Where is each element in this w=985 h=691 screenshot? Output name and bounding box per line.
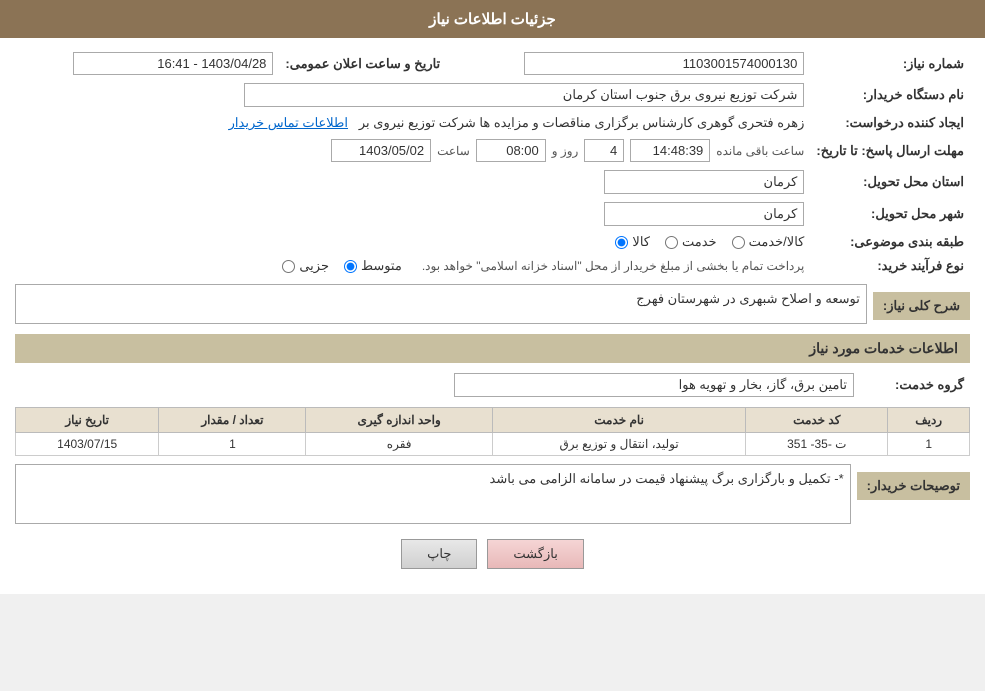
col-row: ردیف xyxy=(888,408,970,433)
buyer-org-value: شرکت توزیع نیروی برق جنوب استان کرمان xyxy=(15,79,810,111)
province-value: کرمان xyxy=(15,166,810,198)
buyer-notes-section: توصیحات خریدار: *- تکمیل و بارگزاری برگ … xyxy=(15,464,970,524)
order-number-field: 1103001574000130 xyxy=(524,52,804,75)
province-field: کرمان xyxy=(604,170,804,194)
order-number-value: 1103001574000130 xyxy=(446,48,810,79)
print-button[interactable]: چاپ xyxy=(401,539,477,569)
services-section-header: اطلاعات خدمات مورد نیاز xyxy=(15,334,970,363)
process-radio-motavaset: متوسط xyxy=(344,258,402,274)
buyer-org-field: شرکت توزیع نیروی برق جنوب استان کرمان xyxy=(244,83,804,107)
description-box: توسعه و اصلاح شبهری در شهرستان فهرج xyxy=(15,284,867,324)
buyer-notes-label: توصیحات خریدار: xyxy=(857,472,970,500)
order-number-label: شماره نیاز: xyxy=(810,48,970,79)
deadline-date-field: 1403/05/02 xyxy=(331,139,431,162)
category-kala-radio[interactable] xyxy=(615,236,628,249)
services-table-header-row: ردیف کد خدمت نام خدمت واحد اندازه گیری ت… xyxy=(16,408,970,433)
process-motavaset-radio[interactable] xyxy=(344,260,357,273)
province-label: استان محل تحویل: xyxy=(810,166,970,198)
category-radio-kala: کالا xyxy=(615,234,650,250)
buyer-notes-value: *- تکمیل و بارگزاری برگ پیشنهاد قیمت در … xyxy=(15,464,851,524)
col-name: نام خدمت xyxy=(492,408,745,433)
process-radio-group: متوسط جزیی xyxy=(282,258,402,274)
announcement-date-field: 1403/04/28 - 16:41 xyxy=(73,52,273,75)
deadline-remaining-field: 14:48:39 xyxy=(630,139,710,162)
service-group-label: گروه خدمت: xyxy=(860,369,970,401)
announcement-date-value: 1403/04/28 - 16:41 xyxy=(15,48,279,79)
requester-text: زهره فتحری گوهری کارشناس برگزاری مناقصات… xyxy=(359,115,805,130)
category-row: طبقه بندی موضوعی: کالا/خدمت خدمت کالا xyxy=(15,230,970,254)
category-kala-khedmat-label: کالا/خدمت xyxy=(749,234,805,250)
back-button[interactable]: بازگشت xyxy=(487,539,583,569)
province-row: استان محل تحویل: کرمان xyxy=(15,166,970,198)
main-container: جزئیات اطلاعات نیاز شماره نیاز: 11030015… xyxy=(0,0,985,594)
city-row: شهر محل تحویل: کرمان xyxy=(15,198,970,230)
deadline-row: مهلت ارسال پاسخ: تا تاریخ: 1403/05/02 سا… xyxy=(15,135,970,166)
content-area: شماره نیاز: 1103001574000130 تاریخ و ساع… xyxy=(0,38,985,594)
table-row: 1ت -35- 351تولید، انتقال و توزیع برقفقره… xyxy=(16,433,970,456)
requester-value: زهره فتحری گوهری کارشناس برگزاری مناقصات… xyxy=(15,111,810,135)
service-group-value: تامین برق، گاز، بخار و تهویه هوا xyxy=(15,369,860,401)
deadline-value: 1403/05/02 ساعت 08:00 روز و 4 14:48:39 س… xyxy=(15,135,810,166)
services-table: ردیف کد خدمت نام خدمت واحد اندازه گیری ت… xyxy=(15,407,970,456)
service-group-row: گروه خدمت: تامین برق، گاز، بخار و تهویه … xyxy=(15,369,970,401)
services-table-body: 1ت -35- 351تولید، انتقال و توزیع برقفقره… xyxy=(16,433,970,456)
requester-label: ایجاد کننده درخواست: xyxy=(810,111,970,135)
process-jozi-radio[interactable] xyxy=(282,260,295,273)
buyer-notes-box-wrapper: *- تکمیل و بارگزاری برگ پیشنهاد قیمت در … xyxy=(15,464,851,524)
service-group-field: تامین برق، گاز، بخار و تهویه هوا xyxy=(454,373,854,397)
col-date: تاریخ نیاز xyxy=(16,408,159,433)
category-value: کالا/خدمت خدمت کالا xyxy=(15,230,810,254)
deadline-remaining-label: ساعت باقی مانده xyxy=(716,144,804,158)
announcement-date-label: تاریخ و ساعت اعلان عمومی: xyxy=(279,48,446,79)
category-label: طبقه بندی موضوعی: xyxy=(810,230,970,254)
info-table: شماره نیاز: 1103001574000130 تاریخ و ساع… xyxy=(15,48,970,278)
category-kala-khedmat-radio[interactable] xyxy=(732,236,745,249)
city-field: کرمان xyxy=(604,202,804,226)
deadline-time-field: 08:00 xyxy=(476,139,546,162)
page-header: جزئیات اطلاعات نیاز xyxy=(0,0,985,38)
services-table-header: ردیف کد خدمت نام خدمت واحد اندازه گیری ت… xyxy=(16,408,970,433)
col-quantity: تعداد / مقدار xyxy=(159,408,306,433)
buyer-org-row: نام دستگاه خریدار: شرکت توزیع نیروی برق … xyxy=(15,79,970,111)
process-row: نوع فرآیند خرید: متوسط جزیی xyxy=(15,254,970,278)
description-value: توسعه و اصلاح شبهری در شهرستان فهرج xyxy=(15,284,867,324)
requester-row: ایجاد کننده درخواست: زهره فتحری گوهری کا… xyxy=(15,111,970,135)
col-unit: واحد اندازه گیری xyxy=(306,408,492,433)
deadline-days-label: روز و xyxy=(552,144,579,158)
process-value: متوسط جزیی پرداخت تمام یا بخشی از مبلغ خ… xyxy=(15,254,810,278)
deadline-time-label: ساعت xyxy=(437,144,470,158)
process-label: نوع فرآیند خرید: xyxy=(810,254,970,278)
header-title: جزئیات اطلاعات نیاز xyxy=(429,11,556,28)
description-section: شرح کلی نیاز: توسعه و اصلاح شبهری در شهر… xyxy=(15,284,970,326)
service-group-table: گروه خدمت: تامین برق، گاز، بخار و تهویه … xyxy=(15,369,970,401)
city-label: شهر محل تحویل: xyxy=(810,198,970,230)
process-radio-jozi: جزیی xyxy=(282,258,329,274)
category-radio-group: کالا/خدمت خدمت کالا xyxy=(21,234,804,250)
category-kala-label: کالا xyxy=(632,234,650,250)
category-radio-kala-khedmat: کالا/خدمت xyxy=(732,234,805,250)
requester-contact-link[interactable]: اطلاعات تماس خریدار xyxy=(229,115,348,130)
category-khedmat-label: خدمت xyxy=(682,234,717,250)
city-value: کرمان xyxy=(15,198,810,230)
col-code: کد خدمت xyxy=(746,408,888,433)
deadline-label: مهلت ارسال پاسخ: تا تاریخ: xyxy=(810,135,970,166)
description-section-label: شرح کلی نیاز: xyxy=(873,292,970,320)
button-row: بازگشت چاپ xyxy=(15,539,970,569)
deadline-days-field: 4 xyxy=(584,139,624,162)
buyer-org-label: نام دستگاه خریدار: xyxy=(810,79,970,111)
order-number-row: شماره نیاز: 1103001574000130 تاریخ و ساع… xyxy=(15,48,970,79)
category-radio-khedmat: خدمت xyxy=(665,234,717,250)
process-motavaset-label: متوسط xyxy=(361,258,402,274)
category-khedmat-radio[interactable] xyxy=(665,236,678,249)
process-jozi-label: جزیی xyxy=(299,258,329,274)
process-note: پرداخت تمام یا بخشی از مبلغ خریدار از مح… xyxy=(422,259,805,273)
